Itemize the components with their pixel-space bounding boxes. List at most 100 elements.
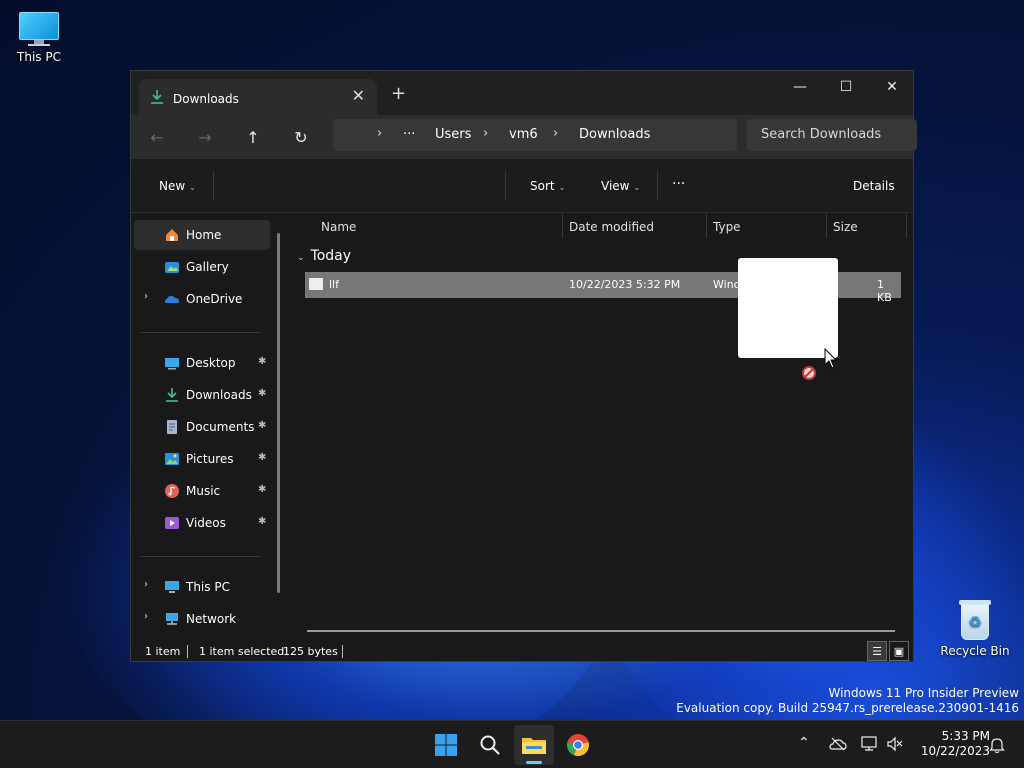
sidebar-item-label: Gallery bbox=[186, 260, 229, 274]
status-bar: 1 item 1 item selected 125 bytes ☰ ▣ bbox=[131, 641, 913, 663]
divider bbox=[213, 171, 214, 201]
refresh-button[interactable]: ↻ bbox=[289, 125, 313, 149]
clock-date: 10/22/2023 bbox=[920, 744, 990, 758]
sidebar-item-gallery[interactable]: Gallery bbox=[134, 252, 270, 282]
file-name: llf bbox=[329, 278, 339, 291]
volume-muted-icon[interactable] bbox=[886, 736, 904, 752]
tiles-view-button[interactable]: ▣ bbox=[889, 641, 909, 661]
column-header-name[interactable]: Name bbox=[321, 220, 356, 234]
chevron-right-icon[interactable]: › bbox=[144, 611, 148, 622]
group-label: Today bbox=[310, 248, 352, 264]
search-button[interactable] bbox=[470, 725, 510, 765]
sidebar-item-label: Music bbox=[186, 484, 221, 498]
tab-title: Downloads bbox=[173, 92, 239, 106]
sidebar-item-label: Desktop bbox=[186, 356, 236, 370]
up-button[interactable]: ↑ bbox=[241, 125, 265, 149]
chevron-down-icon: ⌄ bbox=[558, 183, 566, 192]
group-header-today[interactable]: ⌄ Today bbox=[297, 248, 351, 264]
new-tab-button[interactable]: + bbox=[391, 85, 406, 103]
more-options-button[interactable]: ··· bbox=[672, 176, 685, 192]
mouse-cursor-icon bbox=[824, 348, 838, 369]
view-button[interactable]: View ⌄ bbox=[601, 179, 640, 193]
search-input[interactable]: Search Downloads bbox=[747, 119, 917, 151]
running-indicator bbox=[526, 761, 542, 764]
computer-icon bbox=[17, 12, 61, 46]
start-button[interactable] bbox=[426, 725, 466, 765]
divider bbox=[657, 171, 658, 201]
chrome-icon bbox=[567, 734, 589, 757]
sidebar-scrollbar[interactable] bbox=[277, 233, 280, 593]
new-button[interactable]: New ⌄ bbox=[159, 179, 196, 193]
breadcrumb-users[interactable]: Users bbox=[435, 127, 471, 142]
desktop-icon-this-pc[interactable]: This PC bbox=[1, 12, 77, 64]
onedrive-offline-icon[interactable] bbox=[829, 737, 847, 751]
divider bbox=[141, 332, 261, 333]
divider bbox=[826, 214, 827, 238]
pin-icon[interactable]: ✱ bbox=[258, 484, 266, 495]
details-view-button[interactable]: ☰ bbox=[867, 641, 887, 661]
document-icon bbox=[167, 420, 177, 434]
desktop-icon-label: This PC bbox=[17, 50, 61, 64]
pin-icon[interactable]: ✱ bbox=[258, 356, 266, 367]
column-header-size[interactable]: Size bbox=[833, 220, 858, 234]
sort-button[interactable]: Sort ⌄ bbox=[530, 179, 565, 193]
notification-bell-icon[interactable] bbox=[989, 736, 1005, 754]
sidebar-item-this-pc[interactable]: › This PC bbox=[134, 572, 270, 602]
horizontal-scrollbar[interactable] bbox=[307, 630, 895, 632]
sidebar-item-label: Pictures bbox=[186, 452, 234, 466]
sidebar-item-desktop[interactable]: Desktop ✱ bbox=[134, 348, 270, 378]
sidebar-item-network[interactable]: › Network bbox=[134, 604, 270, 634]
column-header-type[interactable]: Type bbox=[713, 220, 741, 234]
breadcrumb-overflow[interactable]: ··· bbox=[403, 127, 415, 142]
chevron-right-icon: › bbox=[553, 126, 559, 141]
os-watermark: Windows 11 Pro Insider Preview Evaluatio… bbox=[676, 686, 1019, 716]
sidebar-item-home[interactable]: Home bbox=[134, 220, 270, 250]
network-icon[interactable] bbox=[861, 736, 879, 752]
breadcrumb-downloads[interactable]: Downloads bbox=[579, 127, 650, 142]
details-pane-button[interactable]: Details bbox=[853, 179, 895, 193]
forward-button[interactable]: → bbox=[193, 125, 217, 149]
pin-icon[interactable]: ✱ bbox=[258, 420, 266, 431]
sidebar-item-music[interactable]: Music ✱ bbox=[134, 476, 270, 506]
pin-icon[interactable]: ✱ bbox=[258, 516, 266, 527]
pin-icon[interactable]: ✱ bbox=[258, 452, 266, 463]
chevron-down-icon: ⌄ bbox=[297, 253, 305, 263]
recycle-bin-icon: ♻ bbox=[957, 598, 993, 640]
chevron-right-icon[interactable]: › bbox=[144, 579, 148, 590]
column-header-date-modified[interactable]: Date modified bbox=[569, 220, 654, 234]
address-bar[interactable]: › ··· Users › vm6 › Downloads bbox=[333, 119, 737, 151]
chevron-down-icon: ⌄ bbox=[633, 183, 641, 192]
cloud-icon bbox=[165, 296, 179, 303]
sidebar-item-onedrive[interactable]: › OneDrive bbox=[134, 284, 270, 314]
windows-logo-icon bbox=[435, 734, 457, 756]
chevron-right-icon: › bbox=[377, 126, 383, 141]
divider bbox=[562, 214, 563, 238]
back-button[interactable]: ← bbox=[145, 125, 169, 149]
divider bbox=[187, 645, 188, 658]
desktop-icon-recycle-bin[interactable]: ♻ Recycle Bin bbox=[937, 598, 1013, 658]
music-icon bbox=[165, 484, 179, 498]
sidebar-item-videos[interactable]: Videos ✱ bbox=[134, 508, 270, 538]
sidebar-item-documents[interactable]: Documents ✱ bbox=[134, 412, 270, 442]
taskbar-file-explorer[interactable] bbox=[514, 725, 554, 765]
sidebar-item-pictures[interactable]: Pictures ✱ bbox=[134, 444, 270, 474]
tab-downloads[interactable]: Downloads ✕ bbox=[139, 79, 377, 115]
taskbar-chrome[interactable] bbox=[558, 725, 598, 765]
minimize-button[interactable]: — bbox=[777, 71, 823, 103]
show-hidden-icons-button[interactable]: ⌃ bbox=[798, 735, 810, 751]
navigation-pane: Home Gallery › OneDrive Desktop ✱ Downlo… bbox=[131, 214, 279, 649]
system-clock[interactable]: 5:33 PM 10/22/2023 bbox=[912, 729, 990, 759]
chevron-right-icon[interactable]: › bbox=[144, 291, 148, 302]
divider bbox=[906, 214, 907, 238]
folder-icon bbox=[522, 738, 546, 754]
pin-icon[interactable]: ✱ bbox=[258, 388, 266, 399]
maximize-button[interactable]: ☐ bbox=[823, 71, 869, 103]
close-tab-icon[interactable]: ✕ bbox=[352, 88, 365, 104]
download-icon bbox=[151, 90, 163, 104]
command-bar: New ⌄ Sort ⌄ View ⌄ ··· Details bbox=[131, 159, 913, 213]
home-icon bbox=[166, 229, 178, 241]
sidebar-item-downloads[interactable]: Downloads ✱ bbox=[134, 380, 270, 410]
close-window-button[interactable]: ✕ bbox=[869, 71, 915, 103]
breadcrumb-vm6[interactable]: vm6 bbox=[509, 127, 538, 142]
sidebar-item-label: Documents bbox=[186, 420, 255, 434]
